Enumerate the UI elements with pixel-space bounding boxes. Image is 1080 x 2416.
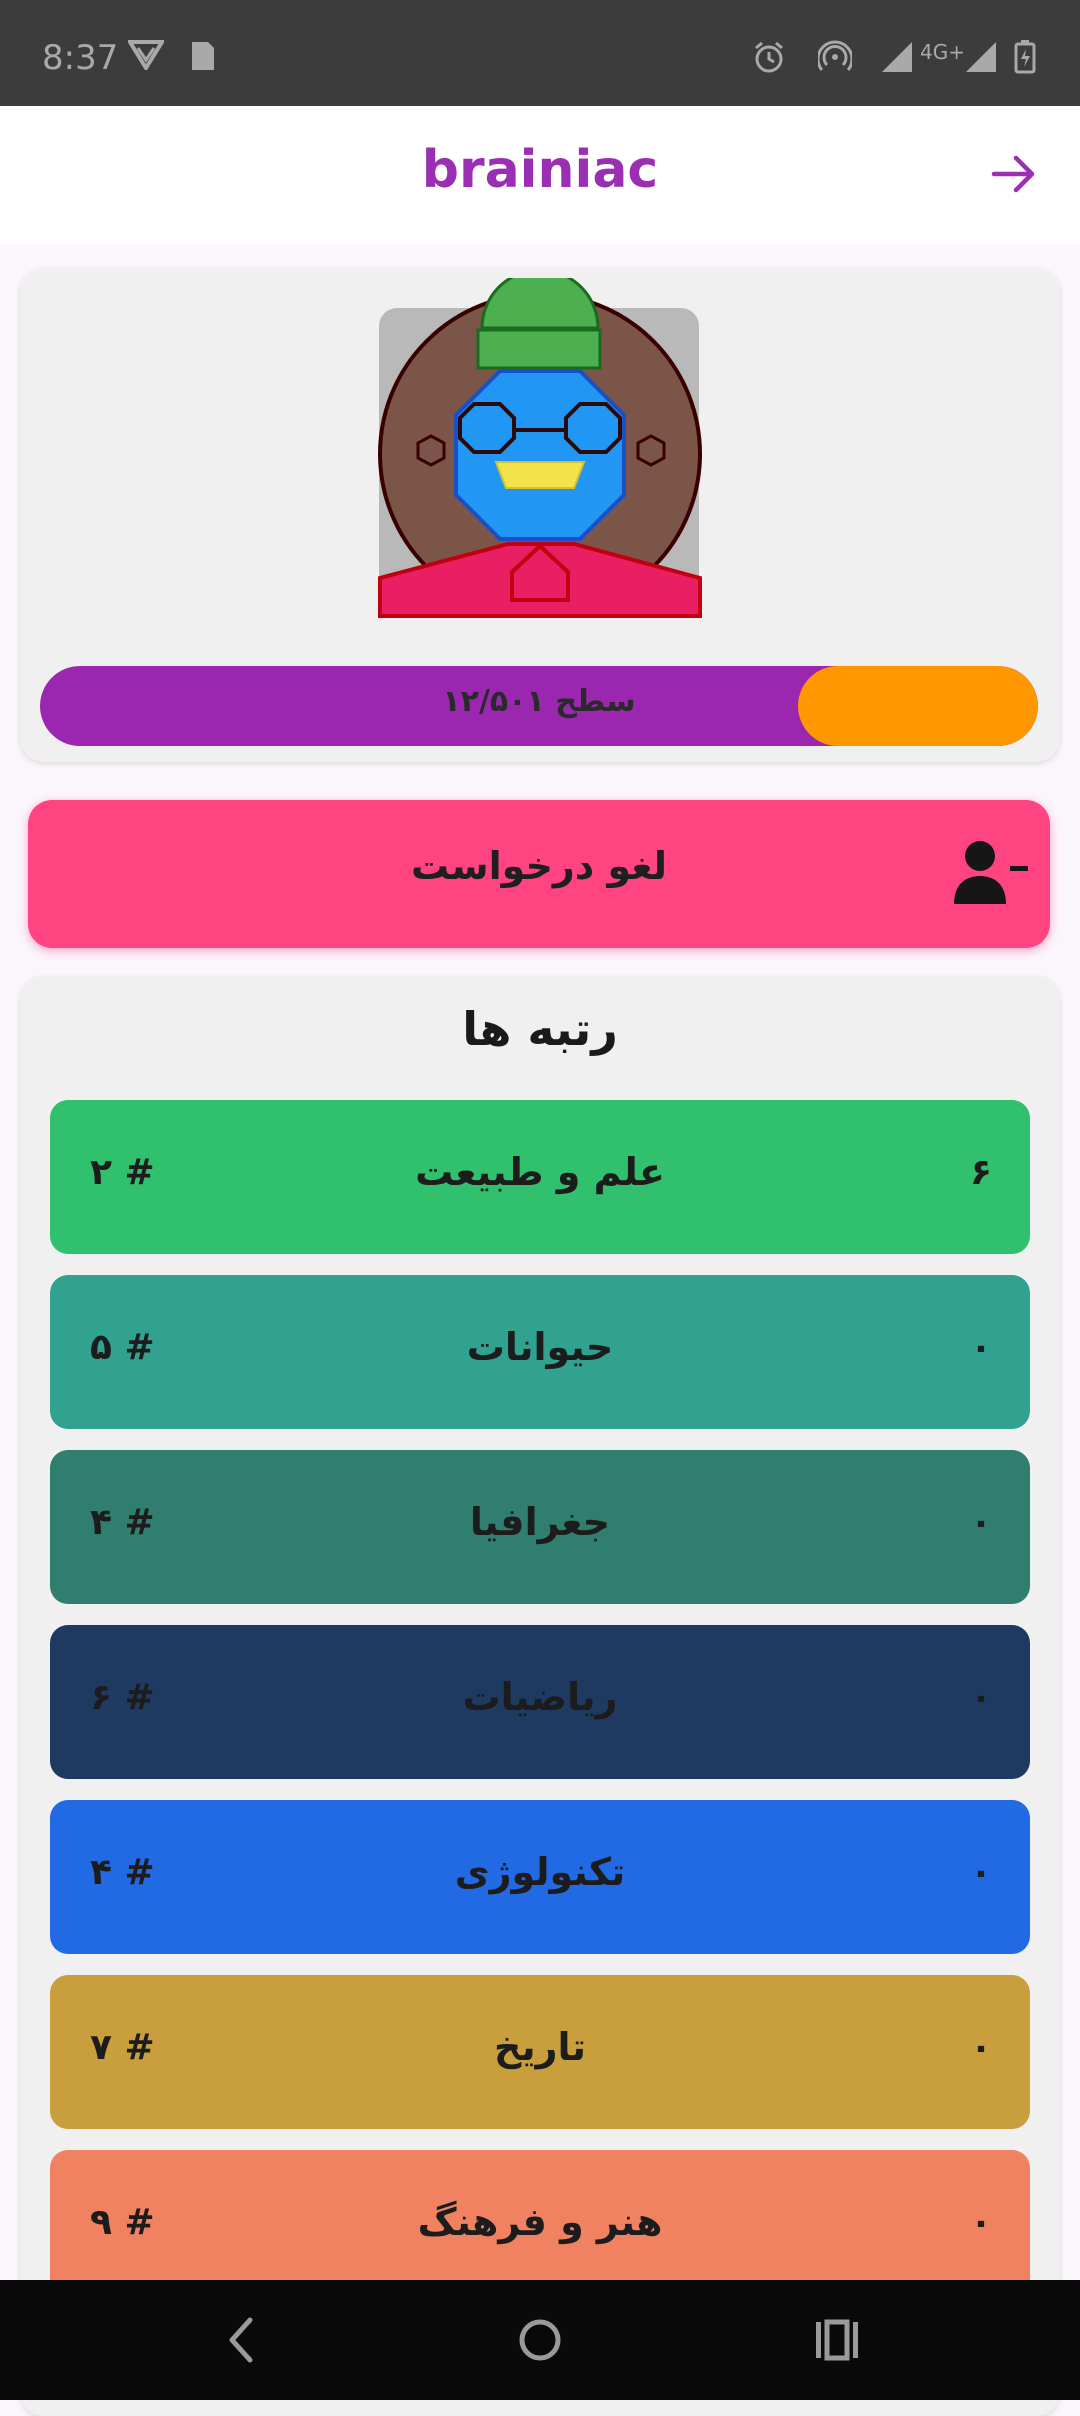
level-progress-bar: سطح ۱۲/۵۰۱: [40, 666, 1038, 746]
status-time: 8:37: [42, 38, 119, 78]
recents-nav-icon[interactable]: [812, 2310, 862, 2370]
back-nav-icon[interactable]: [220, 2310, 260, 2370]
vpn-shield-icon: [128, 40, 164, 70]
arrow-right-icon[interactable]: [990, 150, 1038, 198]
alarm-icon: [755, 41, 783, 73]
ranks-title: رتبه ها: [462, 1002, 618, 1056]
cancel-request-label: لغو درخواست: [411, 844, 667, 888]
rank-name: هنر و فرهنگ: [417, 2200, 663, 2244]
home-nav-icon[interactable]: [510, 2310, 570, 2370]
rank-position: # ۴: [90, 1502, 155, 1543]
hotspot-icon: [818, 40, 852, 71]
rank-row-history[interactable]: ۰ تاریخ # ۷: [50, 1975, 1030, 2129]
rank-name: حیوانات: [466, 1325, 614, 1369]
rank-position: # ۷: [90, 2027, 155, 2068]
rank-row-geography[interactable]: ۰ جغرافیا # ۴: [50, 1450, 1030, 1604]
rank-name: تاریخ: [493, 2025, 587, 2069]
rank-row-technology[interactable]: ۰ تکنولوژی # ۴: [50, 1800, 1030, 1954]
app-title: brainiac: [421, 140, 659, 200]
status-bar: 8:37 4G+: [0, 0, 1080, 106]
rank-name: علم و طبیعت: [415, 1150, 665, 1194]
rank-position: # ۹: [90, 2202, 155, 2243]
signal-icon-2: [966, 42, 996, 72]
rank-position: # ۲: [90, 1152, 155, 1193]
battery-icon: [1014, 40, 1036, 74]
rank-row-animals[interactable]: ۰ حیوانات # ۵: [50, 1275, 1030, 1429]
signal-icon: [882, 42, 912, 72]
rank-position: # ۴: [90, 1852, 155, 1893]
profile-card: سطح ۱۲/۵۰۱: [20, 268, 1060, 762]
rank-name: جغرافیا: [469, 1500, 611, 1544]
network-type: 4G+: [920, 40, 965, 64]
rank-row-science[interactable]: ۶ علم و طبیعت # ۲: [50, 1100, 1030, 1254]
rank-position: # ۶: [90, 1677, 155, 1718]
user-avatar[interactable]: [378, 278, 704, 618]
rank-position: # ۵: [90, 1327, 155, 1368]
remove-user-icon: [954, 841, 1028, 904]
rank-row-math[interactable]: ۰ ریاضیات # ۶: [50, 1625, 1030, 1779]
system-nav-bar: [0, 2280, 1080, 2400]
rank-name: ریاضیات: [462, 1675, 618, 1719]
ranks-card: رتبه ها ۶ علم و طبیعت # ۲ ۰ حیوانات # ۵ …: [20, 976, 1060, 2416]
cancel-request-button[interactable]: لغو درخواست: [28, 800, 1050, 948]
level-label: سطح ۱۲/۵۰۱: [442, 684, 636, 719]
app-bar: brainiac: [0, 106, 1080, 244]
rank-name: تکنولوژی: [454, 1850, 626, 1894]
sd-card-icon: [192, 42, 214, 70]
